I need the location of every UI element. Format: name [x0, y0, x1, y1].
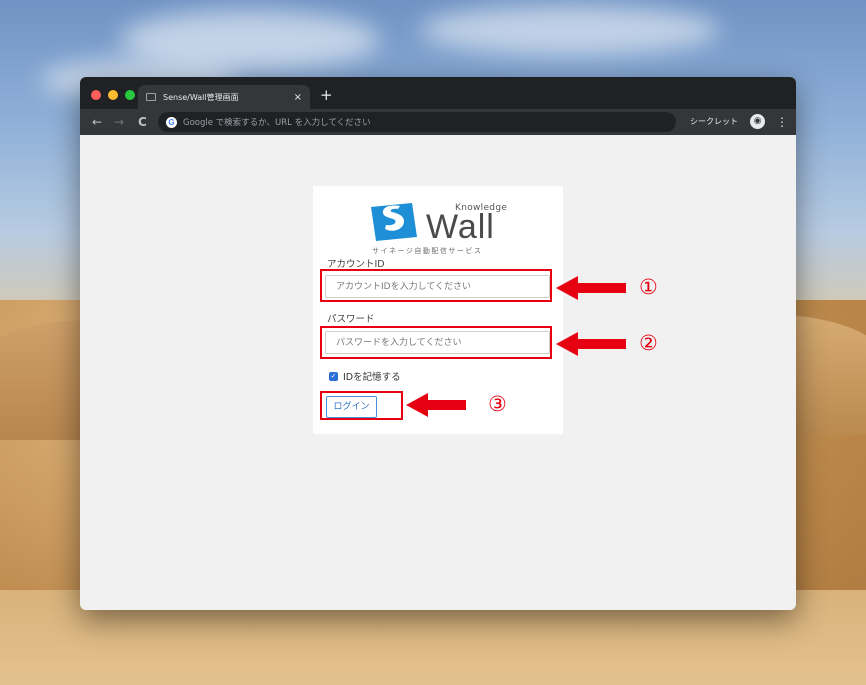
tab-title: Sense/Wall管理画面 [163, 92, 239, 102]
annotation-number-2: ② [639, 331, 658, 355]
remember-id-checkbox[interactable]: ✓ [329, 371, 338, 381]
incognito-label: シークレット [690, 117, 738, 126]
highlight-account-id [320, 269, 552, 302]
browser-menu-icon[interactable]: ⋮ [776, 113, 788, 131]
annotation-number-1: ① [639, 275, 658, 299]
red-arrow-icon [556, 332, 626, 356]
back-arrow-icon[interactable]: ← [92, 113, 102, 131]
remember-id-label: IDを記憶する [343, 372, 401, 383]
highlight-login-button [320, 391, 403, 420]
remember-id-option[interactable]: ✓ IDを記憶する [329, 369, 401, 383]
browser-tab[interactable]: Sense/Wall管理画面 × [138, 85, 310, 109]
password-label: パスワード [327, 314, 375, 325]
red-arrow-icon [406, 393, 466, 417]
highlight-password [320, 326, 552, 359]
cloud [420, 5, 720, 55]
incognito-icon[interactable]: ◉ [750, 114, 765, 129]
new-tab-button[interactable]: + [320, 85, 333, 105]
forward-arrow-icon[interactable]: → [114, 113, 124, 131]
minimize-window-button[interactable] [108, 90, 118, 100]
knowledge-wall-logo: Knowledge Wall サイネージ自動配信サービス [368, 196, 508, 256]
wall-logo-icon [371, 203, 417, 241]
close-tab-icon[interactable]: × [294, 92, 302, 103]
maximize-window-button[interactable] [125, 90, 135, 100]
address-bar-placeholder: Google で検索するか、URL を入力してください [183, 118, 371, 128]
account-id-label: アカウントID [327, 259, 385, 270]
page-icon [146, 93, 156, 101]
window-controls [91, 90, 135, 100]
browser-toolbar: ← → C G Google で検索するか、URL を入力してください シークレ… [80, 109, 796, 135]
google-icon: G [166, 116, 177, 128]
browser-titlebar: Sense/Wall管理画面 × + [80, 77, 796, 109]
red-arrow-icon [556, 276, 626, 300]
logo-wall-text: Wall [426, 208, 495, 246]
annotation-number-3: ③ [488, 392, 507, 416]
logo-subtitle: サイネージ自動配信サービス [372, 247, 483, 255]
address-bar[interactable]: G Google で検索するか、URL を入力してください [158, 112, 676, 132]
close-window-button[interactable] [91, 90, 101, 100]
reload-icon[interactable]: C [138, 113, 147, 131]
